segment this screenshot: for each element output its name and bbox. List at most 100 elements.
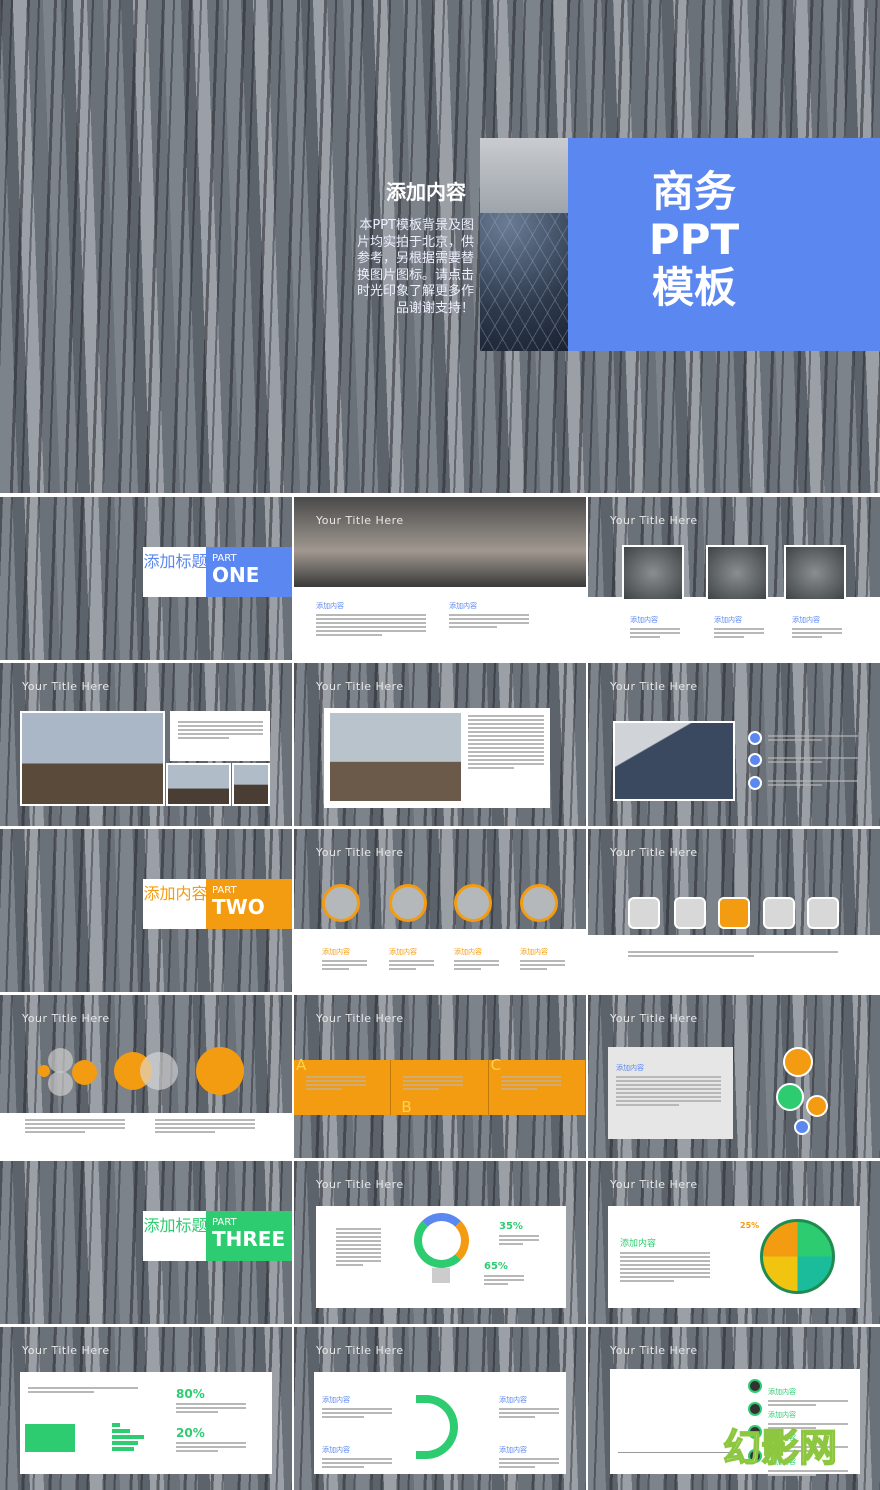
text-line xyxy=(336,1236,381,1238)
slide-thumbnail[interactable]: Your Title Here 添加内容 25% xyxy=(588,1161,880,1324)
text-line xyxy=(792,636,822,638)
bar xyxy=(112,1429,130,1433)
slide-title: Your Title Here xyxy=(316,514,404,527)
section-title: 添加内容 xyxy=(143,879,208,929)
slide-thumbnail[interactable]: 添加标题 PART ONE xyxy=(0,497,292,660)
slide-thumbnail[interactable]: 添加内容 PART TWO xyxy=(0,829,292,992)
text-line xyxy=(322,1416,364,1418)
slide-thumbnail[interactable]: Your Title Here xyxy=(588,663,880,826)
content-label: 添加内容 xyxy=(630,616,658,624)
text-line xyxy=(316,618,426,620)
text-line xyxy=(616,1100,721,1102)
content-label: 添加内容 xyxy=(499,1396,527,1404)
slide-title: Your Title Here xyxy=(316,1344,404,1357)
text-line xyxy=(389,964,434,966)
slide-thumbnail[interactable]: Your Title Here 添加内容 添加内容 xyxy=(294,497,586,660)
slide-thumbnail[interactable]: Your Title Here 80% 20% xyxy=(0,1327,292,1490)
percent-label: 20% xyxy=(176,1426,205,1440)
abc-letter: C xyxy=(490,1056,502,1074)
text-line xyxy=(630,636,660,638)
text-line xyxy=(178,737,229,739)
text-line xyxy=(499,1412,559,1414)
text-line xyxy=(178,721,263,723)
text-line xyxy=(768,735,858,737)
text-line xyxy=(484,1279,524,1281)
slide-title: Your Title Here xyxy=(22,680,110,693)
text-line xyxy=(336,1240,381,1242)
text-line xyxy=(468,759,544,761)
content-label: 添加内容 xyxy=(322,1396,350,1404)
slide-thumbnail[interactable]: Your Title Here 添加内容 添加内容 添加内容 添加内容 xyxy=(294,1327,586,1490)
slide-title: Your Title Here xyxy=(316,1178,404,1191)
slide-thumbnail[interactable]: Your Title Here xyxy=(588,829,880,992)
text-line xyxy=(28,1387,138,1389)
section-title: 添加标题 xyxy=(143,1211,208,1261)
slide-thumbnail[interactable]: Your Title Here 添加内容 添加内容 添加内容 xyxy=(588,497,880,660)
text-line xyxy=(336,1264,363,1266)
social-icon-button[interactable] xyxy=(718,897,750,929)
slide-thumbnail[interactable]: Your Title Here A B C xyxy=(294,995,586,1158)
lightbulb-icon xyxy=(414,1213,469,1268)
slide-title: Your Title Here xyxy=(22,1012,110,1025)
text-line xyxy=(403,1080,464,1082)
text-line xyxy=(768,761,822,763)
text-line xyxy=(316,630,426,632)
text-line xyxy=(630,628,680,630)
text-line xyxy=(768,1474,816,1476)
pie-label: 25% xyxy=(740,1221,760,1230)
text-line xyxy=(449,622,529,624)
text-line xyxy=(322,1466,364,1468)
slide-thumbnail[interactable]: Your Title Here 添加内容 xyxy=(588,995,880,1158)
text-line xyxy=(792,632,842,634)
content-label: 添加内容 xyxy=(714,616,742,624)
camera-icon xyxy=(776,1083,804,1111)
text-line xyxy=(499,1235,539,1237)
text-line xyxy=(25,1123,125,1125)
rss-icon xyxy=(794,1119,810,1135)
text-line xyxy=(316,626,426,628)
text-line xyxy=(403,1076,464,1078)
slide-title: Your Title Here xyxy=(610,1012,698,1025)
text-line xyxy=(714,628,764,630)
text-line xyxy=(316,614,426,616)
text-line xyxy=(500,1076,561,1078)
text-line xyxy=(768,757,858,759)
slide-thumbnail[interactable]: Your Title Here 添加内容 添加内容 添加内容 添加内容 xyxy=(294,829,586,992)
icon-circle xyxy=(748,776,762,790)
slide-title: Your Title Here xyxy=(22,1344,110,1357)
slide-thumbnail[interactable]: Your Title Here xyxy=(0,663,292,826)
social-icon-button[interactable] xyxy=(807,897,839,929)
text-line xyxy=(155,1131,215,1133)
text-line xyxy=(316,622,426,624)
slide-thumbnail[interactable]: 添加标题 PART THREE xyxy=(0,1161,292,1324)
temple-photo xyxy=(232,763,270,806)
text-line xyxy=(468,739,544,741)
text-line xyxy=(484,1275,524,1277)
text-line xyxy=(616,1084,721,1086)
content-label: 添加内容 xyxy=(499,1446,527,1454)
text-line xyxy=(499,1408,559,1410)
text-line xyxy=(454,964,499,966)
watermark: 幻影网 xyxy=(722,1425,838,1471)
text-line xyxy=(500,1088,537,1090)
social-icon-button[interactable] xyxy=(628,897,660,929)
slide-title: Your Title Here xyxy=(316,1012,404,1025)
list-icon xyxy=(748,1379,762,1393)
social-icon-button[interactable] xyxy=(763,897,795,929)
slide-thumbnail[interactable]: Your Title Here xyxy=(294,663,586,826)
slide-thumbnail[interactable]: Your Title Here 添加内容 添加内容 添加内容 添加内容 幻影网 xyxy=(588,1327,880,1490)
slide-thumbnail[interactable]: Your Title Here xyxy=(0,995,292,1158)
text-line xyxy=(176,1403,246,1405)
text-line xyxy=(449,614,529,616)
slide-thumbnail[interactable]: Your Title Here 35% 65% xyxy=(294,1161,586,1324)
section-part: PART ONE xyxy=(206,547,292,597)
text-line xyxy=(403,1084,464,1086)
text-line xyxy=(468,719,544,721)
text-line xyxy=(499,1243,523,1245)
content-label: 添加内容 xyxy=(322,948,350,956)
pie-chart xyxy=(760,1219,835,1294)
hero-title-line: 模板 xyxy=(651,263,736,312)
hero-slide: 添加内容 本PPT模板背景及图片均实拍于北京，供参考，另根据需要替换图片图标。请… xyxy=(0,0,880,493)
social-icon-button[interactable] xyxy=(674,897,706,929)
text-line xyxy=(468,731,544,733)
